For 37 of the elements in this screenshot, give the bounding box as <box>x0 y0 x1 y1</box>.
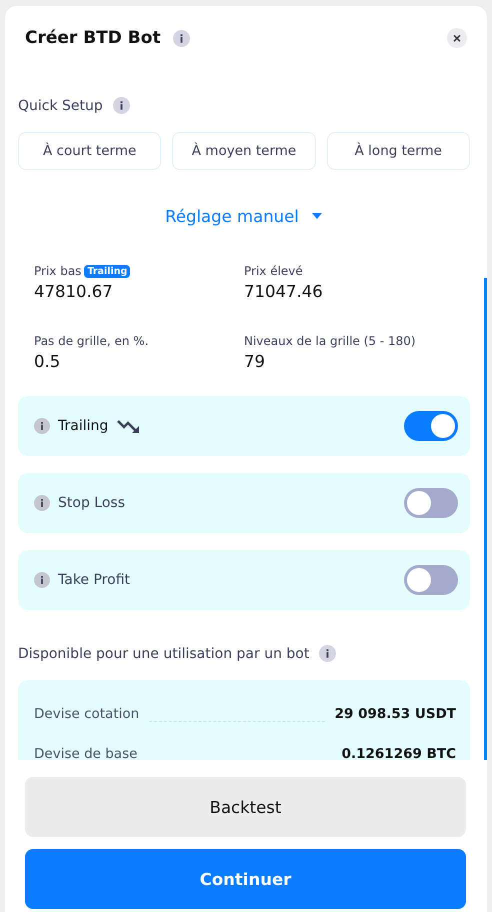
info-icon[interactable] <box>34 418 50 434</box>
balance-label: Devise cotation <box>34 706 140 722</box>
scrollbar[interactable] <box>484 278 487 760</box>
close-button[interactable]: × <box>447 28 467 48</box>
field-value[interactable]: 79 <box>244 352 454 371</box>
balance-value: 29 098.53 USDT <box>334 706 456 722</box>
field-value[interactable]: 0.5 <box>34 352 244 371</box>
toggle-switch[interactable] <box>404 565 458 595</box>
trailing-badge: Trailing <box>84 264 130 278</box>
balance-value: 0.1261269 BTC <box>342 746 456 760</box>
info-icon[interactable] <box>34 572 50 588</box>
info-icon[interactable] <box>112 97 130 114</box>
section-label: Disponible pour une utilisation par un bot <box>18 646 310 662</box>
toggle-switch[interactable] <box>404 488 458 518</box>
info-icon[interactable] <box>172 30 190 46</box>
manual-setup-toggle[interactable]: Réglage manuel <box>165 206 299 226</box>
continue-button[interactable]: Continuer <box>25 849 466 909</box>
toggle-label: Take Profit <box>58 572 130 588</box>
preset-button[interactable]: À moyen terme <box>172 132 316 170</box>
dialog-title: Créer BTD Bot <box>25 28 161 48</box>
balance-label: Devise de base <box>34 746 138 760</box>
field-label: Pas de grille, en %. <box>34 334 149 348</box>
info-icon[interactable] <box>34 495 50 511</box>
preset-button[interactable]: À long terme <box>326 132 470 170</box>
backtest-button[interactable]: Backtest <box>25 777 466 837</box>
field-label: Niveaux de la grille (5 - 180) <box>244 334 416 348</box>
field-value[interactable]: 71047.46 <box>244 282 454 301</box>
field-label: Prix bas <box>34 264 82 278</box>
toggle-label: Stop Loss <box>58 495 125 511</box>
section-label: Quick Setup <box>18 98 103 114</box>
field-label: Prix élevé <box>244 264 303 278</box>
info-icon[interactable] <box>319 645 336 662</box>
toggle-label: Trailing <box>58 418 108 434</box>
field-value[interactable]: 47810.67 <box>34 282 244 301</box>
toggle-switch[interactable] <box>404 411 458 441</box>
preset-button[interactable]: À court terme <box>18 132 162 170</box>
caret-icon[interactable] <box>310 212 323 220</box>
